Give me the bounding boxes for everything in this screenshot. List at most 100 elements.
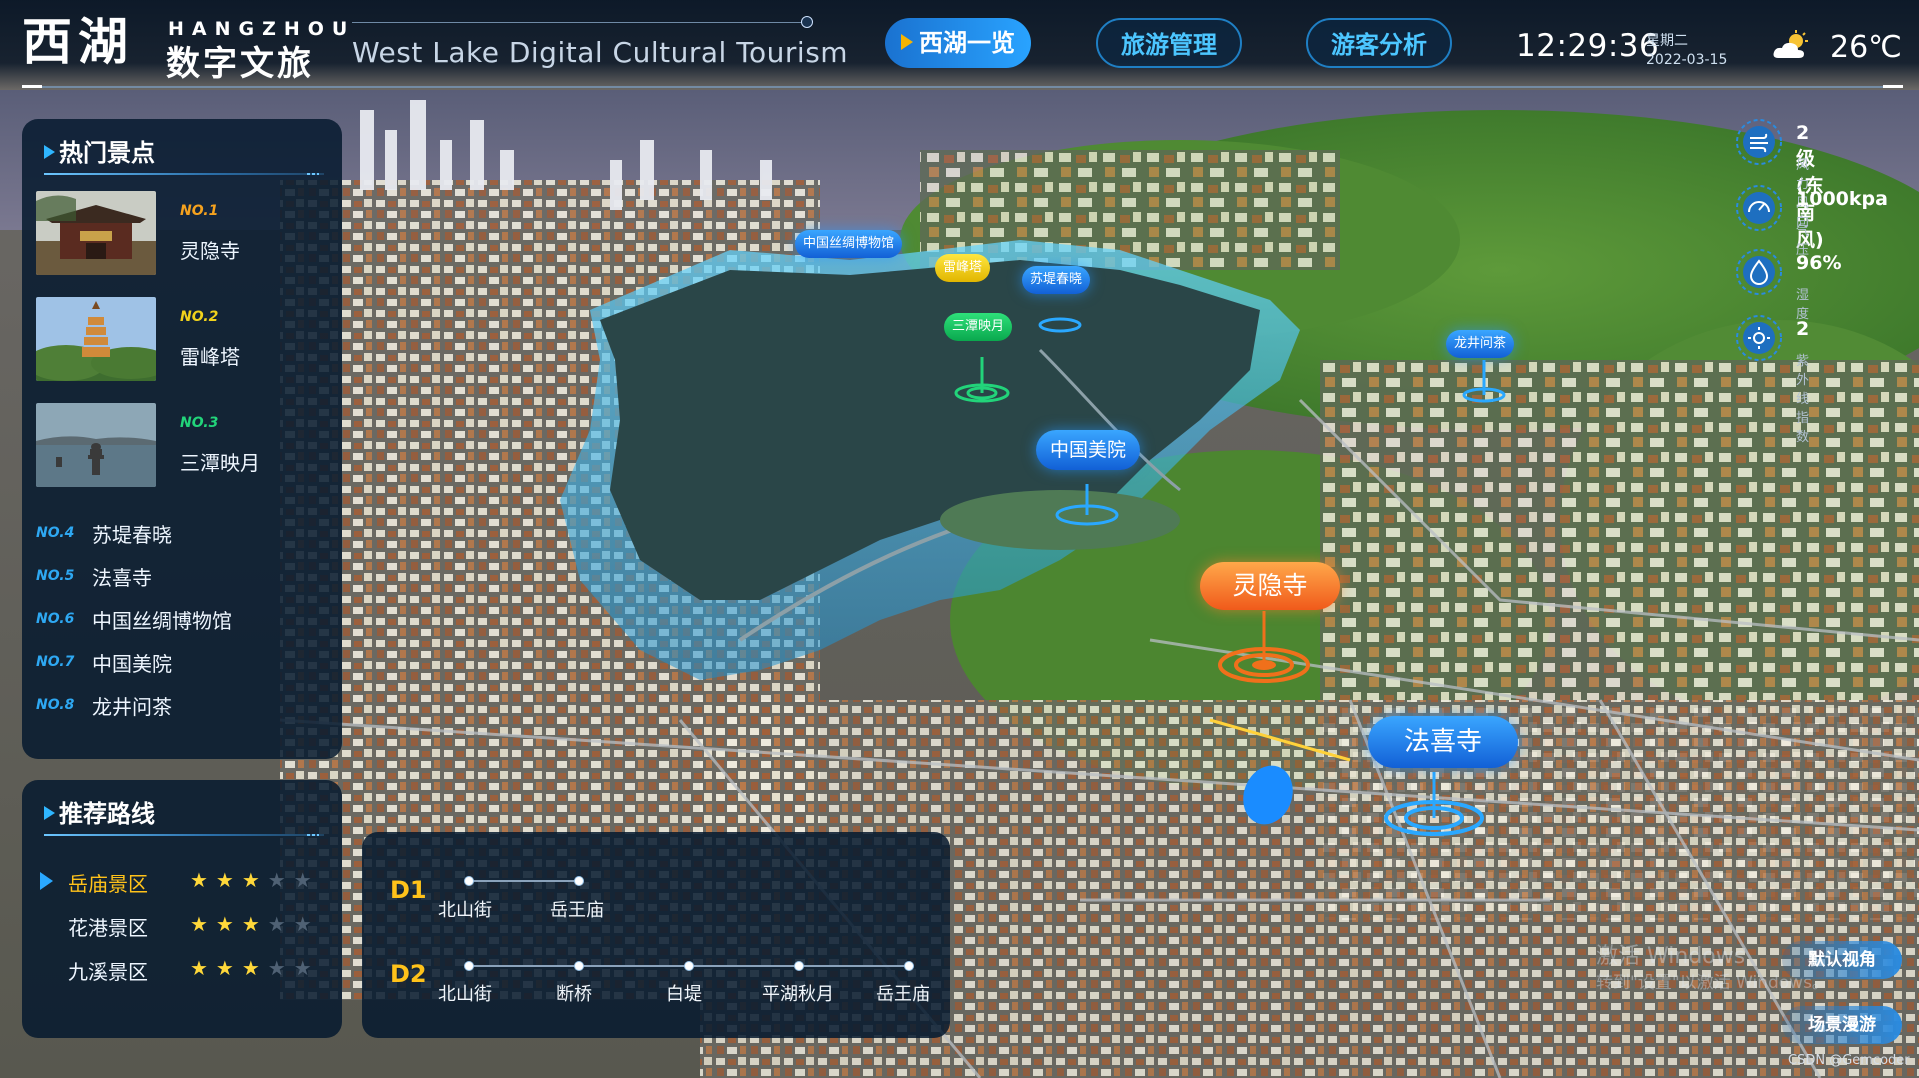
- itinerary-stop-dot: [574, 961, 584, 971]
- spot-rank: NO.8: [36, 697, 75, 713]
- route-item[interactable]: 花港景区: [68, 912, 148, 941]
- title-divider: [352, 22, 807, 23]
- route-rating: ★★★★★: [190, 868, 320, 892]
- section-arrow-icon: [44, 145, 55, 159]
- map-marker-faxi[interactable]: 法喜寺: [1368, 716, 1519, 768]
- date: 2022-03-15: [1646, 52, 1728, 68]
- spot-rank: NO.6: [36, 611, 75, 627]
- itinerary-stop-dot: [464, 961, 474, 971]
- gauge-icon: [1736, 185, 1782, 231]
- underline-dots: [307, 834, 319, 836]
- clock-time: 12:29:36: [1516, 28, 1660, 64]
- map-marker-longjing[interactable]: 龙井问茶: [1446, 330, 1515, 358]
- map-marker-lingyin[interactable]: 灵隐寺: [1200, 562, 1340, 610]
- humidity-icon: [1736, 249, 1782, 295]
- route-item[interactable]: 九溪景区: [68, 956, 148, 985]
- itinerary-stop-dot: [464, 876, 474, 886]
- uv-value: 2: [1796, 318, 1810, 340]
- itinerary-stop[interactable]: 北山街: [438, 980, 492, 1006]
- temperature: 26℃: [1830, 30, 1902, 65]
- routes-title: 推荐路线: [44, 794, 155, 829]
- route-rating: ★★★★★: [190, 956, 320, 980]
- logo-west-lake: 西湖: [22, 12, 134, 71]
- spot-name[interactable]: 雷峰塔: [180, 341, 240, 370]
- default-view-button[interactable]: 默认视角: [1782, 941, 1902, 979]
- windows-activation-watermark: 激活 Windows: [1596, 944, 1746, 969]
- itinerary-stop-dot: [684, 961, 694, 971]
- map-marker-sudi[interactable]: 苏堤春晓: [1022, 266, 1091, 294]
- spot-rank: NO.2: [180, 309, 219, 325]
- itinerary-stop-dot: [574, 876, 584, 886]
- nav-tab-tourism-management[interactable]: 旅游管理: [1096, 18, 1242, 68]
- play-icon: [901, 34, 913, 50]
- humidity-label: 湿度: [1796, 288, 1810, 322]
- underline-dots: [307, 173, 319, 175]
- source-credit: CSDN @Gemcoder: [1788, 1053, 1910, 1068]
- hot-spots-title-text: 热门景点: [59, 139, 155, 167]
- spot-thumb-lingyin[interactable]: [36, 191, 156, 275]
- spot-rank: NO.7: [36, 654, 75, 670]
- pagoda-image: [36, 297, 156, 381]
- spot-rank: NO.3: [180, 415, 219, 431]
- routes-panel: 推荐路线 岳庙景区 ★★★★★ 花港景区 ★★★★★ 九溪景区 ★★★★★: [22, 780, 342, 1038]
- spot-thumb-santan[interactable]: [36, 403, 156, 487]
- sun-uv-icon: [1736, 315, 1782, 361]
- day-label: D2: [390, 960, 427, 988]
- spot-name[interactable]: 三潭映月: [180, 447, 260, 476]
- itinerary-stop[interactable]: 白堤: [666, 980, 702, 1006]
- header-divider-cap-left: [22, 85, 42, 88]
- lake-pagoda-image: [36, 403, 156, 487]
- spot-list-item[interactable]: 中国美院: [92, 648, 172, 677]
- nav-tab-label: 旅游管理: [1121, 31, 1217, 59]
- spot-list-item[interactable]: 苏堤春晓: [92, 519, 172, 548]
- partly-cloudy-icon: [1773, 30, 1808, 58]
- hot-spots-panel: 热门景点 NO.1 灵隐寺 NO.2 雷峰塔 NO.3 三潭映月 NO.4 苏堤…: [22, 119, 342, 759]
- spot-rank: NO.4: [36, 525, 75, 541]
- nav-tab-label: 西湖一览: [919, 29, 1015, 57]
- route-rating: ★★★★★: [190, 912, 320, 936]
- map-marker-leifeng-pagoda[interactable]: 雷峰塔: [935, 254, 991, 282]
- wind-icon: [1736, 119, 1782, 165]
- spot-rank: NO.1: [180, 203, 219, 219]
- routes-underline: [44, 834, 324, 836]
- itinerary-panel: D1 北山街 岳王庙 D2 北山街 断桥 白堤 平湖秋月 岳王庙: [362, 832, 950, 1038]
- selected-route-icon: [40, 872, 53, 890]
- hot-spots-underline: [44, 173, 324, 175]
- logo-digital-tourism: 数字文旅: [166, 44, 314, 84]
- spot-list-item[interactable]: 中国丝绸博物馆: [92, 605, 232, 634]
- top-header: 西湖 HANGZHOU 数字文旅 West Lake Digital Cultu…: [0, 0, 1919, 90]
- section-arrow-icon: [44, 806, 55, 820]
- spot-name[interactable]: 灵隐寺: [180, 235, 240, 264]
- nav-tab-visitor-analysis[interactable]: 游客分析: [1306, 18, 1452, 68]
- itinerary-stop-dot: [904, 961, 914, 971]
- spot-rank: NO.5: [36, 568, 75, 584]
- title-divider-dot: [801, 16, 813, 28]
- humidity-value: 96%: [1796, 252, 1842, 274]
- itinerary-stop[interactable]: 断桥: [556, 980, 592, 1006]
- header-divider-cap-right: [1883, 85, 1903, 88]
- spot-list-item[interactable]: 法喜寺: [92, 562, 152, 591]
- itinerary-stop[interactable]: 平湖秋月: [762, 980, 834, 1006]
- hot-spots-title: 热门景点: [44, 133, 155, 168]
- nav-tab-label: 游客分析: [1331, 31, 1427, 59]
- app-title: West Lake Digital Cultural Tourism: [352, 36, 849, 69]
- itinerary-stop-dot: [794, 961, 804, 971]
- map-marker-academy-of-art[interactable]: 中国美院: [1036, 430, 1141, 470]
- day-label: D1: [390, 876, 427, 904]
- nav-tab-overview[interactable]: 西湖一览: [885, 18, 1031, 68]
- map-marker-silk-museum[interactable]: 中国丝绸博物馆: [795, 230, 903, 258]
- spot-thumb-leifeng[interactable]: [36, 297, 156, 381]
- scene-roam-button[interactable]: 场景漫游: [1782, 1006, 1902, 1044]
- spot-list-item[interactable]: 龙井问茶: [92, 691, 172, 720]
- itinerary-stop[interactable]: 岳王庙: [876, 980, 930, 1006]
- uv-label: 紫外线指数: [1796, 354, 1810, 445]
- temple-gate-image: [36, 191, 156, 275]
- itinerary-stop[interactable]: 北山街: [438, 896, 492, 922]
- itinerary-stop[interactable]: 岳王庙: [550, 896, 604, 922]
- header-divider: [22, 86, 1902, 88]
- map-marker-santan[interactable]: 三潭映月: [944, 313, 1013, 341]
- route-item[interactable]: 岳庙景区: [68, 868, 148, 897]
- routes-title-text: 推荐路线: [59, 800, 155, 828]
- itinerary-line: [468, 880, 578, 882]
- weekday: 星期二: [1646, 33, 1688, 49]
